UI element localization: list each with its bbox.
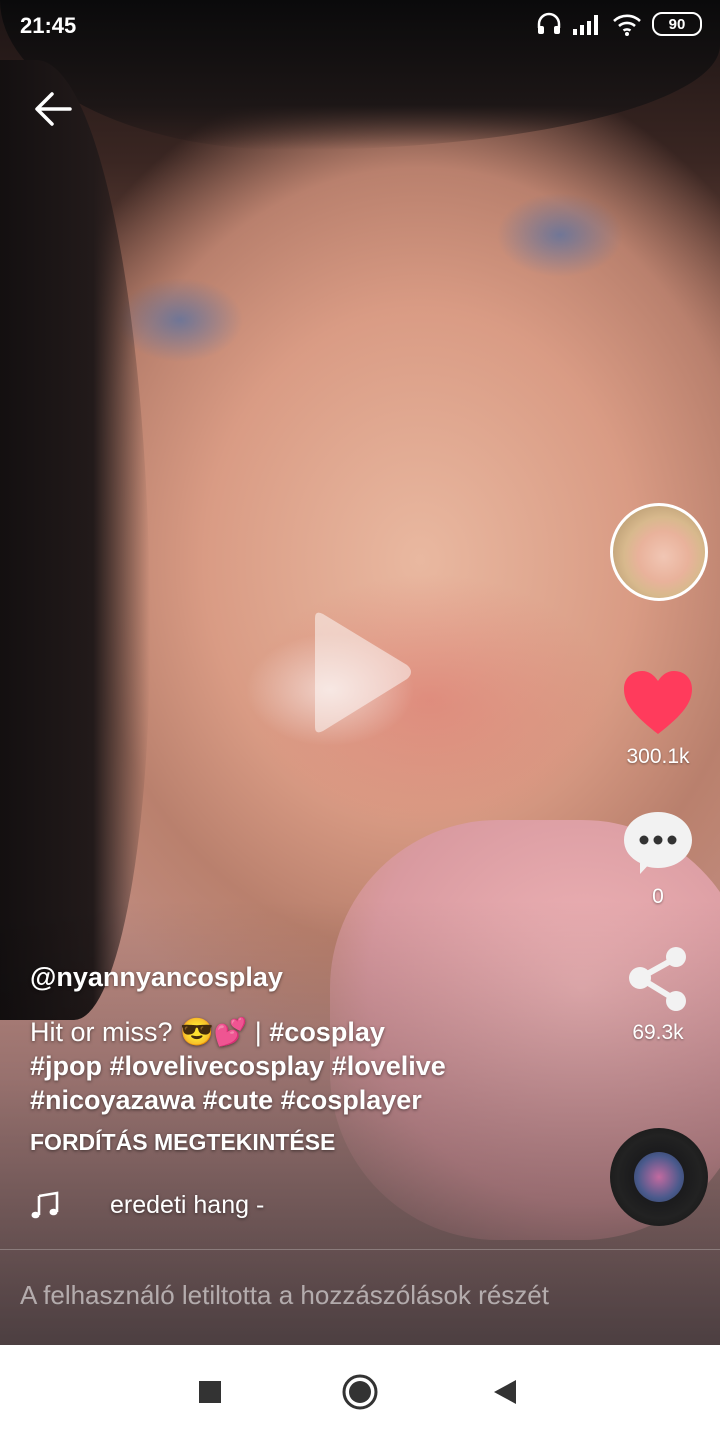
comment-count: 0	[652, 885, 664, 908]
share-icon	[629, 947, 686, 1011]
comments-disabled-notice: A felhasználó letiltotta a hozzászólások…	[20, 1280, 549, 1310]
arrow-left-icon	[35, 92, 72, 126]
share-count: 69.3k	[632, 1021, 684, 1044]
home-button[interactable]	[337, 1369, 383, 1415]
heart-icon	[624, 671, 692, 734]
status-bar: 21:45 90	[0, 0, 720, 52]
back-button[interactable]	[30, 86, 76, 132]
circle-icon	[342, 1374, 378, 1410]
see-translation-link[interactable]: FORDÍTÁS MEGTEKINTÉSE	[30, 1129, 590, 1156]
caption-area: @nyannyancosplay Hit or miss? 😎💕 | #cosp…	[30, 962, 590, 1156]
sound-name: eredeti hang -	[110, 1190, 265, 1219]
recents-button[interactable]	[187, 1369, 233, 1415]
wifi-icon	[613, 14, 641, 36]
status-time: 21:45	[20, 13, 77, 38]
hashtag[interactable]: #lovelivecosplay	[110, 1051, 325, 1081]
signal-icon	[573, 15, 598, 35]
status-icons: 90	[536, 12, 702, 36]
hashtag[interactable]: #cosplayer	[281, 1085, 422, 1115]
hashtag[interactable]: #jpop	[30, 1051, 102, 1081]
music-note-icon	[31, 1191, 59, 1219]
play-icon[interactable]	[305, 610, 415, 735]
hashtag[interactable]: #cute	[203, 1085, 274, 1115]
sound-row[interactable]: eredeti hang -	[30, 1190, 264, 1220]
music-disc[interactable]	[610, 1128, 708, 1226]
hashtag[interactable]: #nicoyazawa	[30, 1085, 195, 1115]
share-button[interactable]: 69.3k	[608, 946, 708, 1045]
divider	[0, 1249, 720, 1250]
hashtag[interactable]: #cosplay	[269, 1017, 385, 1047]
video-description: Hit or miss? 😎💕 | #cosplay #jpop #loveli…	[30, 1015, 590, 1117]
triangle-back-icon	[494, 1380, 516, 1404]
like-button[interactable]: 300.1k	[608, 670, 708, 769]
creator-avatar[interactable]	[610, 503, 708, 601]
hashtag[interactable]: #lovelive	[332, 1051, 446, 1081]
battery-level: 90	[668, 15, 686, 33]
headphones-icon	[537, 12, 561, 34]
video-frame-hair-left	[0, 60, 150, 1020]
comment-bubble-icon	[624, 812, 692, 874]
username[interactable]: @nyannyancosplay	[30, 962, 590, 993]
system-nav-bar	[0, 1345, 720, 1440]
like-count: 300.1k	[626, 745, 690, 768]
music-disc-cover	[634, 1152, 684, 1202]
back-nav-button[interactable]	[482, 1369, 528, 1415]
description-text: Hit or miss? 😎💕 |	[30, 1017, 270, 1047]
comment-button[interactable]: 0	[608, 810, 708, 909]
square-icon	[199, 1381, 221, 1403]
battery-indicator: 90	[652, 12, 702, 36]
